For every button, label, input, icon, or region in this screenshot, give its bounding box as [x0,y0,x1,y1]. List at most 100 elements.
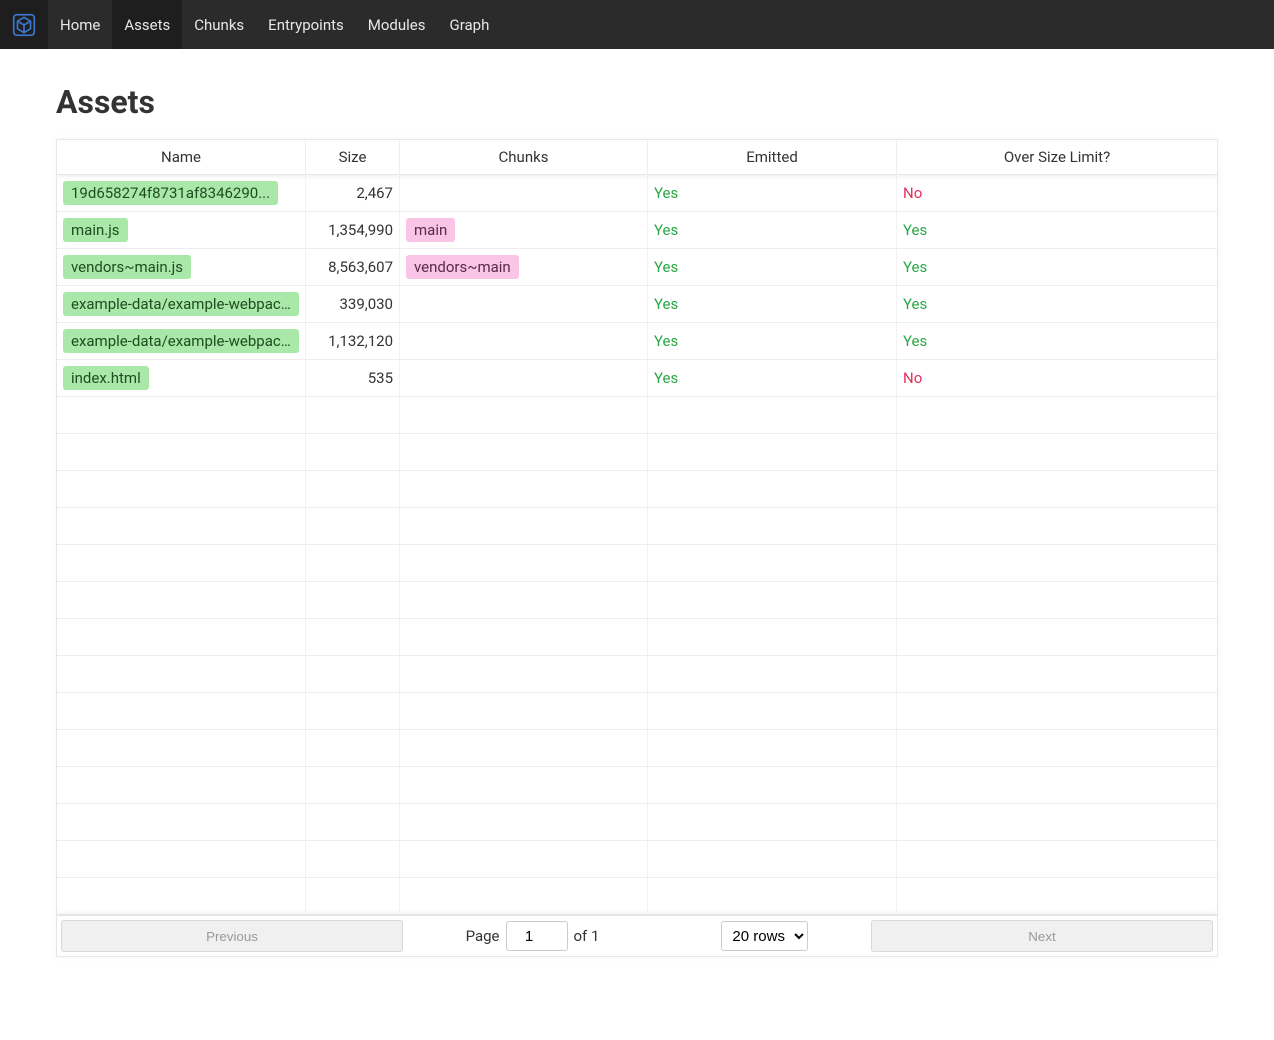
cell-over-size [897,508,1217,544]
cell-chunks: main [400,212,648,248]
nav-item-home[interactable]: Home [48,0,112,49]
next-page-button[interactable]: Next [871,920,1213,952]
pagination-center: Page of 1 20 rows [407,921,867,951]
cell-chunks [400,656,648,692]
cell-chunks [400,693,648,729]
cube-icon [11,12,37,38]
cell-name [57,767,306,803]
nav-item-modules[interactable]: Modules [356,0,438,49]
col-header-over-size[interactable]: Over Size Limit? [897,140,1217,174]
cell-chunks [400,286,648,322]
cell-over-size [897,767,1217,803]
cell-size: 8,563,607 [306,249,400,285]
cell-chunks [400,619,648,655]
cell-name [57,656,306,692]
table-row[interactable]: vendors~main.js8,563,607vendors~mainYesY… [57,249,1217,286]
app-logo[interactable] [0,0,48,49]
table-row [57,471,1217,508]
cell-size [306,397,400,433]
cell-emitted: Yes [648,360,897,396]
cell-name [57,508,306,544]
table-row [57,693,1217,730]
cell-name: example-data/example-webpac... [57,323,306,359]
asset-name-badge: index.html [63,366,149,390]
chunk-badge: vendors~main [406,255,519,279]
asset-name-badge: example-data/example-webpac... [63,329,299,353]
cell-emitted: Yes [648,323,897,359]
nav-item-entrypoints[interactable]: Entrypoints [256,0,356,49]
cell-name [57,619,306,655]
page-title: Assets [56,83,1218,121]
cell-size: 1,354,990 [306,212,400,248]
cell-emitted [648,508,897,544]
table-row[interactable]: index.html535YesNo [57,360,1217,397]
cell-size [306,582,400,618]
page-content: Assets Name Size Chunks Emitted Over Siz… [0,49,1274,997]
table-row[interactable]: example-data/example-webpac... 1,132,120 Y… [57,323,1217,360]
asset-name-badge: main.js [63,218,128,242]
cell-size [306,545,400,581]
nav-item-graph[interactable]: Graph [438,0,502,49]
nav-item-chunks[interactable]: Chunks [182,0,256,49]
chunk-badge: main [406,218,455,242]
cell-size: 1,132,120 [306,323,400,359]
cell-name: index.html [57,360,306,396]
cell-emitted [648,693,897,729]
cell-chunks [400,878,648,914]
cell-chunks [400,545,648,581]
cell-chunks [400,841,648,877]
assets-table: Name Size Chunks Emitted Over Size Limit… [56,139,1218,957]
rows-per-page-select[interactable]: 20 rows [721,921,808,951]
prev-page-button[interactable]: Previous [61,920,403,952]
cell-size [306,878,400,914]
cell-name: example-data/example-webpac... [57,286,306,322]
cell-name [57,878,306,914]
cell-over-size [897,656,1217,692]
cell-chunks: vendors~main [400,249,648,285]
table-row[interactable]: example-data/example-webpac...339,030Yes… [57,286,1217,323]
cell-name [57,693,306,729]
page-number-input[interactable] [506,921,568,951]
cell-over-size: Yes [897,212,1217,248]
cell-size [306,656,400,692]
cell-size: 339,030 [306,286,400,322]
col-header-chunks[interactable]: Chunks [400,140,648,174]
cell-chunks [400,360,648,396]
table-row [57,878,1217,915]
cell-name [57,545,306,581]
cell-emitted [648,841,897,877]
table-row[interactable]: 19d658274f8731af8346290...2,467YesNo [57,175,1217,212]
cell-over-size [897,841,1217,877]
cell-name [57,397,306,433]
cell-size [306,841,400,877]
cell-name: main.js [57,212,306,248]
cell-size [306,693,400,729]
cell-emitted [648,582,897,618]
cell-name [57,730,306,766]
cell-over-size [897,730,1217,766]
nav-item-assets[interactable]: Assets [112,0,182,49]
table-row [57,804,1217,841]
cell-emitted [648,730,897,766]
cell-chunks [400,767,648,803]
asset-name-badge: 19d658274f8731af8346290... [63,181,278,205]
col-header-name[interactable]: Name [57,140,306,174]
cell-chunks [400,397,648,433]
navbar: HomeAssetsChunksEntrypointsModulesGraph [0,0,1274,49]
cell-over-size [897,619,1217,655]
col-header-emitted[interactable]: Emitted [648,140,897,174]
cell-name [57,582,306,618]
cell-emitted [648,804,897,840]
cell-chunks [400,323,648,359]
cell-size: 535 [306,360,400,396]
cell-name [57,804,306,840]
cell-emitted: Yes [648,175,897,211]
col-header-size[interactable]: Size [306,140,400,174]
cell-emitted [648,656,897,692]
cell-size [306,434,400,470]
table-row [57,397,1217,434]
table-row[interactable]: main.js1,354,990mainYesYes [57,212,1217,249]
cell-emitted [648,471,897,507]
cell-size [306,767,400,803]
cell-emitted [648,619,897,655]
